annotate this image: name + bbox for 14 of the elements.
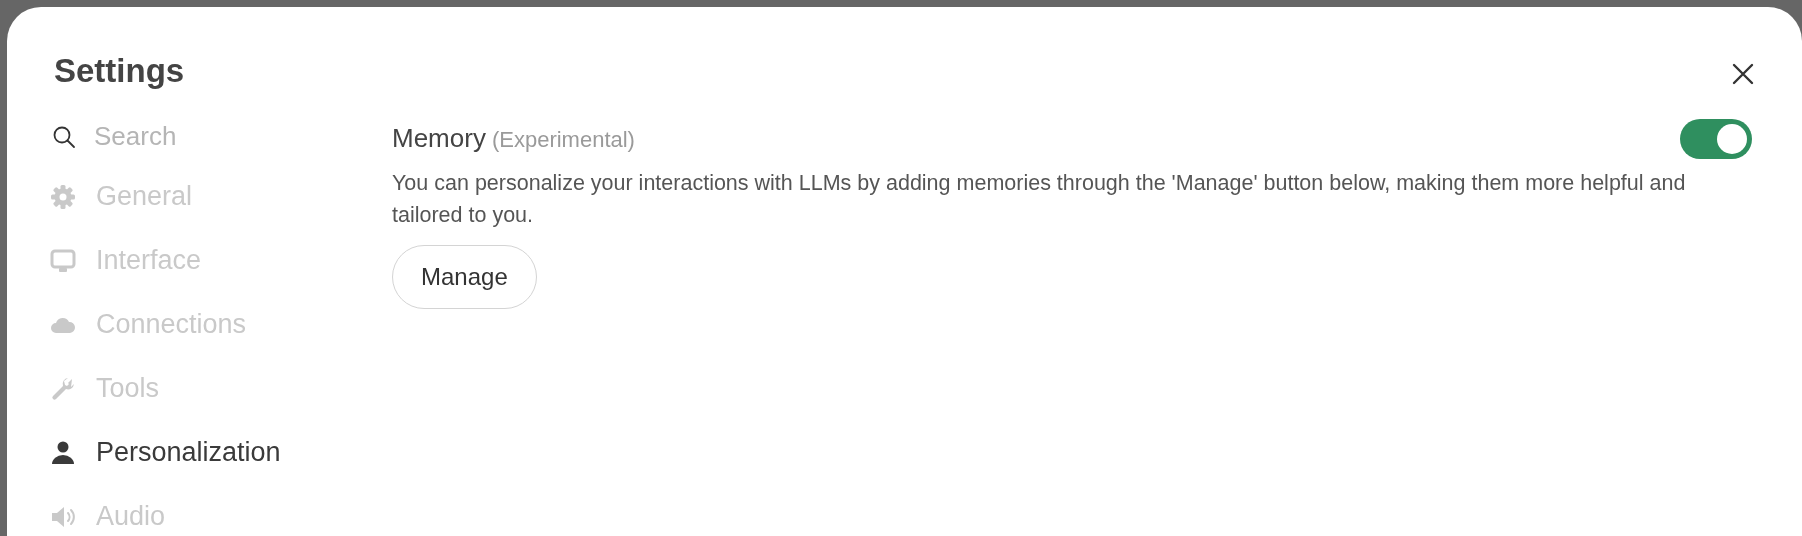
toggle-switch[interactable] (1680, 118, 1752, 159)
search-icon (52, 124, 76, 149)
person-icon (50, 439, 76, 466)
setting-description: You can personalize your interactions with LLMs by adding memories through the 'Manage' button below, making them more helpful and tailored to you. (392, 169, 1687, 229)
setting-title: Memory (392, 123, 486, 154)
sidebar-item[interactable]: Personalization (47, 420, 392, 485)
wrench-icon (50, 375, 76, 402)
gear-icon (50, 183, 76, 210)
window-title: Settings (54, 51, 185, 91)
experimental-tag: (Experimental) (491, 127, 635, 153)
monitor-icon (50, 247, 76, 274)
search-field[interactable]: Search (94, 117, 334, 157)
manage-button[interactable]: Manage (392, 244, 537, 309)
close-icon (1732, 62, 1754, 85)
